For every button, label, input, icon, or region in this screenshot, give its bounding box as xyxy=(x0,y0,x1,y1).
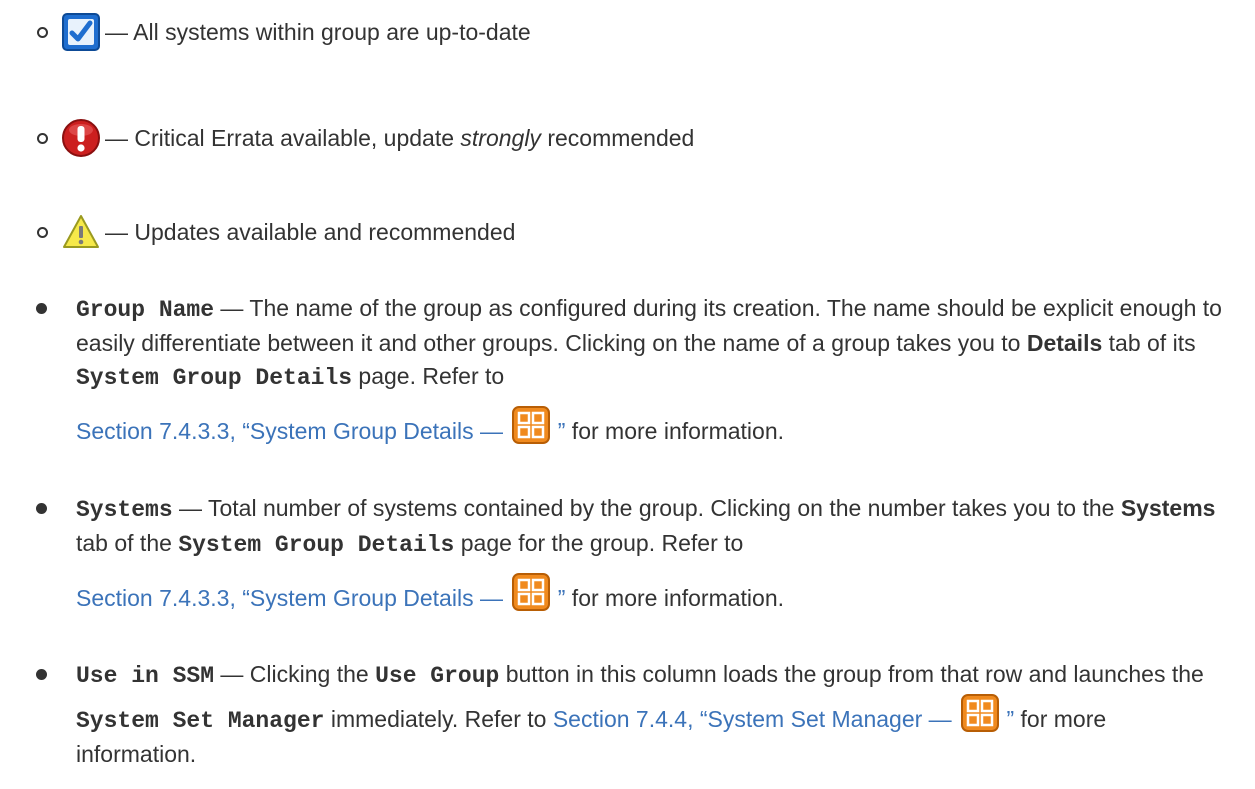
circle-bullet xyxy=(37,132,48,144)
circle-bullet xyxy=(37,226,48,238)
critical-error-icon xyxy=(62,119,100,157)
status-item-updates: — Updates available and recommended xyxy=(37,202,515,262)
section-link[interactable]: Section 7.4.4, “System Set Manager — ” xyxy=(553,694,1014,732)
circle-bullet xyxy=(37,26,48,38)
term: Group Name xyxy=(76,297,215,323)
list-item-use-in-ssm: Use in SSM — Clicking the Use Group butt… xyxy=(36,658,1226,771)
bullet xyxy=(36,503,47,514)
system-set-manager-menu-icon xyxy=(961,694,1000,732)
status-item-text: — Critical Errata available, update stro… xyxy=(105,124,695,151)
term: Systems xyxy=(76,497,173,523)
status-item-text: — All systems within group are up-to-dat… xyxy=(105,18,531,45)
warning-icon xyxy=(63,215,99,248)
system-groups-menu-icon xyxy=(512,406,551,444)
bullet xyxy=(36,669,47,680)
term: Use in SSM xyxy=(76,663,215,689)
status-item-text: — Updates available and recommended xyxy=(105,218,516,245)
bullet xyxy=(36,303,47,314)
checkbox-checked-icon xyxy=(62,13,100,51)
list-item-group-name: Group Name — The name of the group as co… xyxy=(36,292,1226,448)
section-link[interactable]: Section 7.4.3.3, “System Group Details —… xyxy=(76,573,565,611)
section-link[interactable]: Section 7.4.3.3, “System Group Details —… xyxy=(76,406,565,444)
list-item-systems: Systems — Total number of systems contai… xyxy=(36,492,1226,615)
status-item-up-to-date: — All systems within group are up-to-dat… xyxy=(37,2,531,62)
status-item-critical: — Critical Errata available, update stro… xyxy=(37,108,694,168)
system-groups-menu-icon xyxy=(512,573,551,611)
documentation-page: — All systems within group are up-to-dat… xyxy=(0,0,1255,789)
